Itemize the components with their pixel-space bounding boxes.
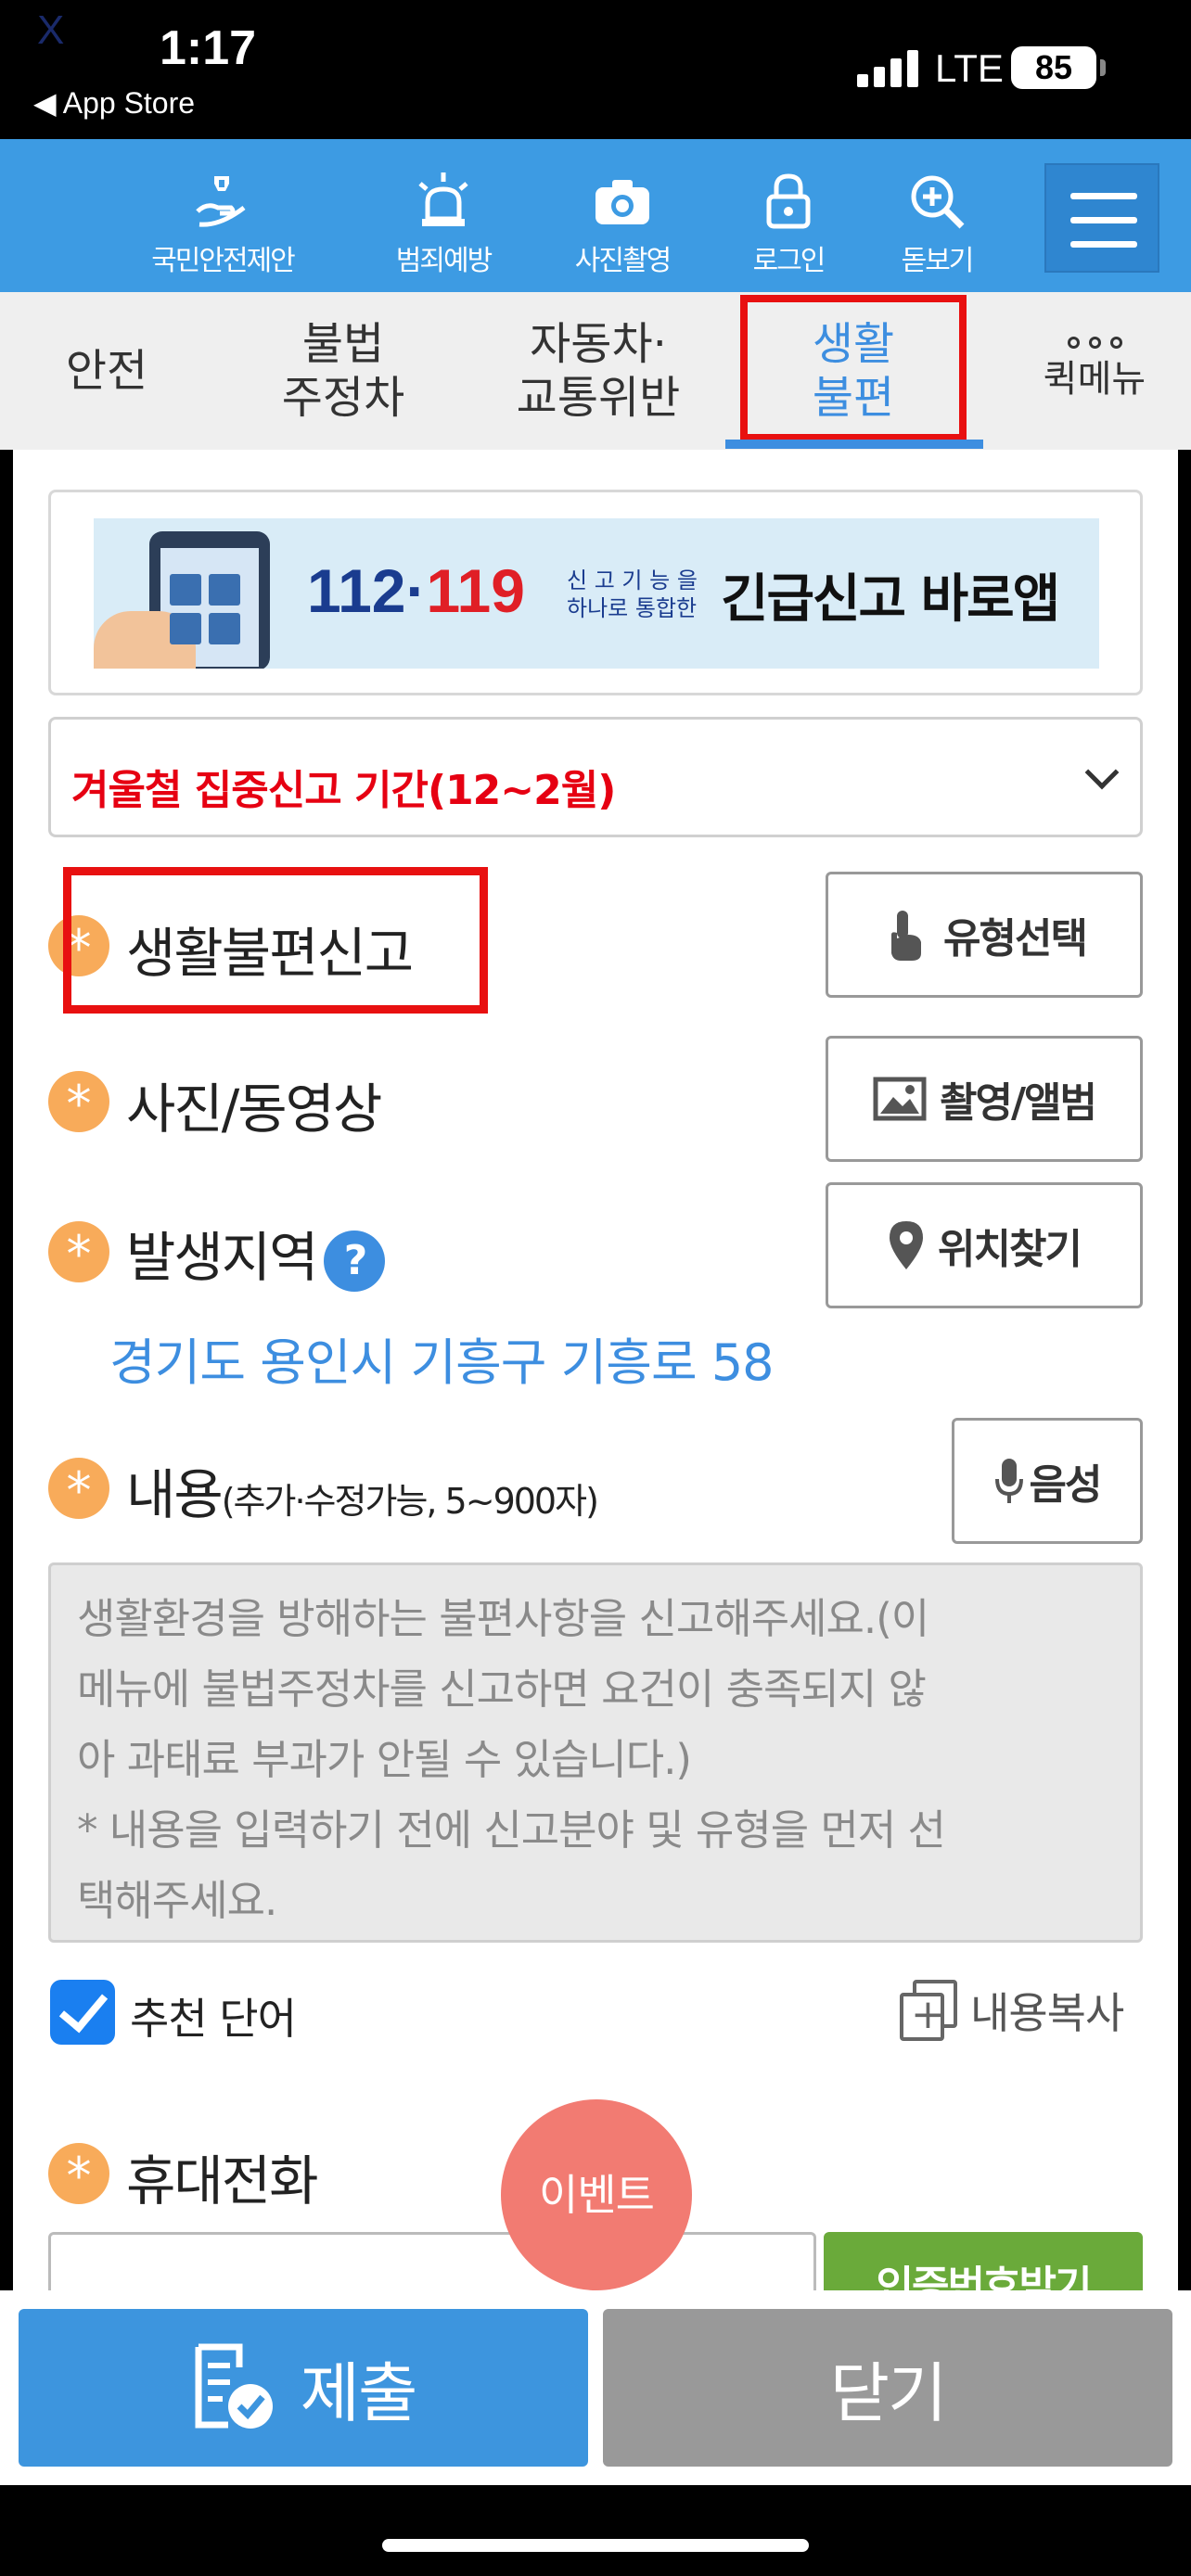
report-type-highlight-box bbox=[63, 867, 488, 1014]
tab-illegal-parking[interactable]: 불법 주정차 bbox=[232, 292, 455, 450]
tab-label: 교통위반 bbox=[516, 372, 681, 424]
more-dots-icon bbox=[1067, 336, 1122, 349]
siren-icon bbox=[418, 172, 468, 226]
recommend-words-checkbox[interactable] bbox=[50, 1980, 115, 2045]
tab-active-underline bbox=[725, 440, 983, 449]
back-to-app-store-link[interactable]: ◀ App Store bbox=[33, 85, 195, 121]
required-mark: * bbox=[48, 1071, 109, 1133]
chevron-down-icon bbox=[1084, 755, 1120, 790]
header-item-label: 로그인 bbox=[752, 245, 826, 277]
placeholder-line: * 내용을 입력하기 전에 신고분야 및 유형을 먼저 선 bbox=[77, 1805, 946, 1855]
bottom-action-bar: 제출 닫기 bbox=[0, 2290, 1191, 2485]
status-time: 1:17 bbox=[160, 21, 257, 75]
voice-input-button[interactable]: 음성 bbox=[952, 1418, 1143, 1544]
banner-subtext: 신 고 기 능 을 하나로 통합한 bbox=[567, 567, 698, 622]
submit-label: 제출 bbox=[300, 2354, 418, 2431]
header-item-label: 사진촬영 bbox=[574, 245, 672, 277]
help-icon[interactable]: ? bbox=[324, 1230, 386, 1292]
network-type: LTE bbox=[935, 46, 1004, 90]
placeholder-line: 메뉴에 불법주정차를 신고하면 요건이 충족되지 않 bbox=[77, 1664, 927, 1714]
hamburger-menu-icon[interactable] bbox=[1044, 163, 1159, 273]
touch-hand-icon bbox=[891, 911, 922, 961]
copy-content-button[interactable]: 내용복사 bbox=[900, 1980, 1124, 2041]
banner-numbers: 112·119 bbox=[307, 555, 525, 626]
phone-tile bbox=[209, 574, 240, 606]
tab-label: 안전 bbox=[65, 345, 148, 397]
tab-safety[interactable]: 안전 bbox=[19, 292, 195, 450]
select-type-label: 유형선택 bbox=[943, 915, 1088, 963]
content-label-wrap: 내용(추가·수정가능, 5~900자) bbox=[126, 1451, 599, 1529]
capture-album-label: 촬영/앨범 bbox=[940, 1079, 1097, 1127]
battery-icon: 85 bbox=[1011, 46, 1106, 89]
required-mark: * bbox=[48, 2143, 109, 2205]
voice-input-label: 음성 bbox=[1029, 1461, 1103, 1509]
status-bar: X 1:17 ◀ App Store LTE 85 bbox=[0, 0, 1191, 139]
app-banner[interactable]: 112·119 신 고 기 능 을 하나로 통합한 긴급신고 바로앱 bbox=[48, 490, 1143, 695]
select-type-button[interactable]: 유형선택 bbox=[826, 872, 1143, 998]
home-indicator bbox=[0, 2485, 1191, 2576]
document-check-icon bbox=[195, 2343, 273, 2429]
magnifier-icon bbox=[911, 175, 965, 229]
camera-icon bbox=[596, 180, 649, 224]
media-label: 사진/동영상 bbox=[126, 1078, 382, 1141]
phone-tile bbox=[170, 574, 201, 606]
microphone-icon bbox=[994, 1459, 1023, 1503]
phone-tile bbox=[170, 613, 201, 644]
notice-dropdown[interactable]: 겨울철 집중신고 기간(12~2월) bbox=[48, 717, 1143, 837]
capture-album-button[interactable]: 촬영/앨범 bbox=[826, 1036, 1143, 1162]
copy-icon bbox=[900, 1980, 957, 2041]
banner-dot: · bbox=[405, 556, 427, 625]
header-item-label: 범죄예방 bbox=[395, 245, 493, 277]
phone-label: 휴대전화 bbox=[126, 2149, 318, 2213]
banner-image: 112·119 신 고 기 능 을 하나로 통합한 긴급신고 바로앱 bbox=[94, 518, 1099, 669]
tab-label: 자동차· bbox=[530, 318, 667, 370]
lock-icon bbox=[766, 173, 811, 229]
safety-proposal-icon bbox=[196, 176, 246, 227]
submit-button[interactable]: 제출 bbox=[19, 2309, 588, 2467]
banner-title: 긴급신고 바로앱 bbox=[721, 569, 1060, 630]
corner-mark: X bbox=[37, 7, 65, 53]
banner-subtext-line: 하나로 통합한 bbox=[567, 595, 698, 621]
placeholder-line: 택해주세요. bbox=[77, 1876, 277, 1925]
event-floating-button[interactable]: 이벤트 bbox=[501, 2099, 692, 2290]
location-label-wrap: 발생지역? bbox=[126, 1214, 386, 1292]
location-address: 경기도 용인시 기흥구 기흥로 58 bbox=[109, 1333, 775, 1392]
notice-text: 겨울철 집중신고 기간(12~2월) bbox=[71, 767, 616, 814]
banner-num-119: 119 bbox=[426, 556, 525, 625]
banner-num-112: 112 bbox=[307, 556, 406, 625]
header-item-magnifier[interactable]: 돋보기 bbox=[881, 139, 992, 292]
image-icon bbox=[873, 1077, 927, 1121]
close-button[interactable]: 닫기 bbox=[603, 2309, 1172, 2467]
header-item-safety-proposal[interactable]: 국민안전제안 bbox=[139, 139, 306, 292]
content-textarea[interactable]: 생활환경을 방해하는 불편사항을 신고해주세요.(이 메뉴에 불법주정차를 신고… bbox=[48, 1562, 1143, 1943]
tab-label: 퀵메뉴 bbox=[1043, 357, 1146, 401]
top-header: 국민안전제안 범죄예방 사진촬영 로그인 돋보기 bbox=[0, 139, 1191, 292]
required-mark: * bbox=[48, 1458, 109, 1520]
tab-quick-menu[interactable]: 퀵메뉴 bbox=[1011, 292, 1178, 450]
copy-content-label: 내용복사 bbox=[970, 1988, 1124, 2038]
header-item-login[interactable]: 로그인 bbox=[733, 139, 844, 292]
header-item-crime-prevention[interactable]: 범죄예방 bbox=[369, 139, 518, 292]
signal-icon bbox=[857, 46, 918, 87]
tab-traffic-violation[interactable]: 자동차· 교통위반 bbox=[482, 292, 714, 450]
placeholder-line: 아 과태료 부과가 안될 수 있습니다.) bbox=[77, 1735, 692, 1784]
category-tabs: 안전 불법 주정차 자동차· 교통위반 생활 불편 퀵메뉴 bbox=[0, 292, 1191, 450]
placeholder-line: 생활환경을 방해하는 불편사항을 신고해주세요.(이 bbox=[77, 1594, 929, 1643]
recommend-words-label[interactable]: 추천 단어 bbox=[130, 1985, 297, 2047]
banner-subtext-line: 신 고 기 능 을 bbox=[567, 567, 698, 593]
tab-label: 불법 bbox=[301, 318, 385, 370]
phone-tile bbox=[209, 613, 240, 644]
content-label-note: (추가·수정가능, 5~900자) bbox=[221, 1481, 599, 1522]
tab-label: 주정차 bbox=[281, 372, 405, 424]
find-location-label: 위치찾기 bbox=[938, 1226, 1082, 1273]
header-item-photo[interactable]: 사진촬영 bbox=[553, 139, 692, 292]
tab-highlight-box bbox=[740, 295, 967, 441]
required-mark: * bbox=[48, 1221, 109, 1283]
header-item-label: 돋보기 bbox=[901, 245, 975, 277]
location-label: 발생지역 bbox=[126, 1226, 318, 1289]
content-label: 내용 bbox=[126, 1463, 224, 1526]
location-pin-icon bbox=[890, 1221, 924, 1269]
find-location-button[interactable]: 위치찾기 bbox=[826, 1182, 1143, 1308]
header-item-label: 국민안전제안 bbox=[151, 245, 296, 277]
